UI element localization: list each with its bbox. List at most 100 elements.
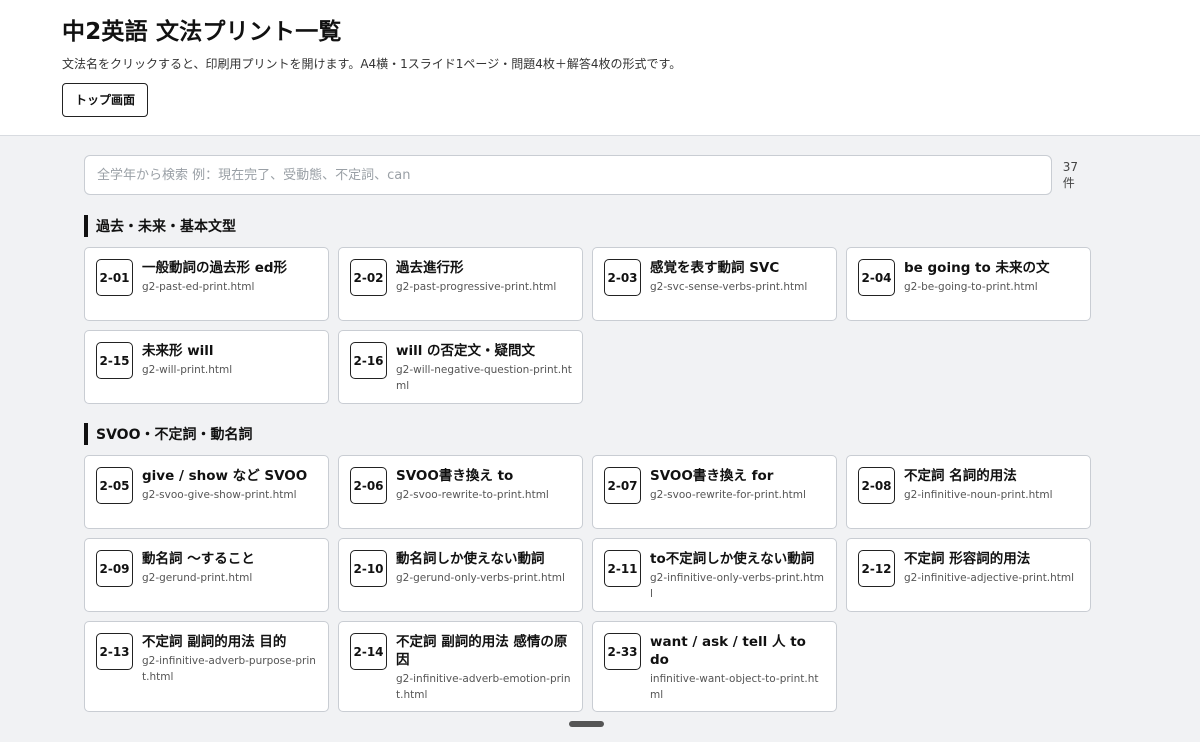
card-text: 不定詞 副詞的用法 目的 g2-infinitive-adverb-purpose… <box>142 632 318 685</box>
card-text: give / show など SVOO g2-svoo-give-show-pri… <box>142 466 318 503</box>
grammar-card[interactable]: 2-33 want / ask / tell 人 to do infinitive-… <box>592 621 837 712</box>
grammar-card[interactable]: 2-13 不定詞 副詞的用法 目的 g2-infinitive-adverb-pur… <box>84 621 329 712</box>
card-text: 過去進行形 g2-past-progressive-print.html <box>396 258 572 295</box>
grammar-card[interactable]: 2-10 動名詞しか使えない動詞 g2-gerund-only-verbs-prin… <box>338 538 583 612</box>
card-code-badge: 2-10 <box>350 550 387 587</box>
card-text: SVOO書き換え for g2-svoo-rewrite-for-print.ht… <box>650 466 826 503</box>
card-title-link[interactable]: 不定詞 副詞的用法 感情の原因 <box>396 633 572 669</box>
card-title-link[interactable]: 不定詞 名詞的用法 <box>904 467 1080 485</box>
card-code-badge: 2-02 <box>350 259 387 296</box>
card-title-link[interactable]: will の否定文・疑問文 <box>396 342 572 360</box>
card-code-badge: 2-12 <box>858 550 895 587</box>
card-grid: 2-01 一般動詞の過去形 ed形 g2-past-ed-print.html 2-0… <box>84 247 1091 404</box>
card-text: 不定詞 名詞的用法 g2-infinitive-noun-print.html <box>904 466 1080 503</box>
section-list: 過去・未来・基本文型 2-01 一般動詞の過去形 ed形 g2-past-ed-pri… <box>84 215 1091 712</box>
card-filename: g2-will-negative-question-print.html <box>396 364 572 392</box>
card-code-badge: 2-09 <box>96 550 133 587</box>
card-filename: g2-svoo-rewrite-for-print.html <box>650 489 806 501</box>
card-text: 未来形 will g2-will-print.html <box>142 341 318 378</box>
card-grid: 2-05 give / show など SVOO g2-svoo-give-show… <box>84 455 1091 712</box>
card-text: 動名詞しか使えない動詞 g2-gerund-only-verbs-print.ht… <box>396 549 572 586</box>
grammar-card[interactable]: 2-11 to不定詞しか使えない動詞 g2-infinitive-only-verb… <box>592 538 837 612</box>
card-code-badge: 2-11 <box>604 550 641 587</box>
card-title-link[interactable]: SVOO書き換え for <box>650 467 826 485</box>
grammar-card[interactable]: 2-12 不定詞 形容詞的用法 g2-infinitive-adjective-pr… <box>846 538 1091 612</box>
grammar-card[interactable]: 2-14 不定詞 副詞的用法 感情の原因 g2-infinitive-adverb-… <box>338 621 583 712</box>
search-row: 37件 <box>84 155 1090 195</box>
card-text: 不定詞 形容詞的用法 g2-infinitive-adjective-print.… <box>904 549 1080 586</box>
card-title-link[interactable]: to不定詞しか使えない動詞 <box>650 550 826 568</box>
card-code-badge: 2-05 <box>96 467 133 504</box>
card-title-link[interactable]: 感覚を表す動詞 SVC <box>650 259 826 277</box>
main-content: 37件 過去・未来・基本文型 2-01 一般動詞の過去形 ed形 g2-past-ed… <box>0 136 1200 712</box>
card-text: 感覚を表す動詞 SVC g2-svc-sense-verbs-print.html <box>650 258 826 295</box>
grammar-card[interactable]: 2-03 感覚を表す動詞 SVC g2-svc-sense-verbs-print.… <box>592 247 837 321</box>
card-code-badge: 2-16 <box>350 342 387 379</box>
card-title-link[interactable]: 不定詞 副詞的用法 目的 <box>142 633 318 651</box>
grammar-card[interactable]: 2-02 過去進行形 g2-past-progressive-print.html <box>338 247 583 321</box>
card-text: 不定詞 副詞的用法 感情の原因 g2-infinitive-adverb-emot… <box>396 632 572 703</box>
card-code-badge: 2-03 <box>604 259 641 296</box>
grammar-card[interactable]: 2-04 be going to 未来の文 g2-be-going-to-print… <box>846 247 1091 321</box>
card-title-link[interactable]: want / ask / tell 人 to do <box>650 633 826 669</box>
card-title-link[interactable]: be going to 未来の文 <box>904 259 1080 277</box>
card-filename: g2-svc-sense-verbs-print.html <box>650 281 808 293</box>
grammar-card[interactable]: 2-06 SVOO書き換え to g2-svoo-rewrite-to-print.… <box>338 455 583 529</box>
page-header: 中2英語 文法プリント一覧 文法名をクリックすると、印刷用プリントを開けます。A… <box>0 0 1200 136</box>
card-filename: g2-gerund-only-verbs-print.html <box>396 572 565 584</box>
search-input[interactable] <box>84 155 1052 195</box>
card-code-badge: 2-04 <box>858 259 895 296</box>
grammar-section: SVOO・不定詞・動名詞 2-05 give / show など SVOO g2-sv… <box>84 423 1091 712</box>
card-filename: g2-be-going-to-print.html <box>904 281 1038 293</box>
card-title-link[interactable]: 過去進行形 <box>396 259 572 277</box>
section-title-label: SVOO・不定詞・動名詞 <box>96 427 253 443</box>
card-title-link[interactable]: 一般動詞の過去形 ed形 <box>142 259 318 277</box>
card-title-link[interactable]: 動名詞 〜すること <box>142 550 318 568</box>
grammar-card[interactable]: 2-01 一般動詞の過去形 ed形 g2-past-ed-print.html <box>84 247 329 321</box>
card-title-link[interactable]: give / show など SVOO <box>142 467 318 485</box>
card-code-badge: 2-08 <box>858 467 895 504</box>
card-filename: g2-svoo-give-show-print.html <box>142 489 297 501</box>
result-count: 37件 <box>1062 159 1079 190</box>
card-code-badge: 2-14 <box>350 633 387 670</box>
card-filename: g2-infinitive-only-verbs-print.html <box>650 572 825 600</box>
grammar-section: 過去・未来・基本文型 2-01 一般動詞の過去形 ed形 g2-past-ed-pri… <box>84 215 1091 404</box>
grammar-card[interactable]: 2-07 SVOO書き換え for g2-svoo-rewrite-for-prin… <box>592 455 837 529</box>
card-text: to不定詞しか使えない動詞 g2-infinitive-only-verbs-pr… <box>650 549 826 602</box>
grammar-card[interactable]: 2-08 不定詞 名詞的用法 g2-infinitive-noun-print.ht… <box>846 455 1091 529</box>
grammar-card[interactable]: 2-09 動名詞 〜すること g2-gerund-print.html <box>84 538 329 612</box>
card-text: 動名詞 〜すること g2-gerund-print.html <box>142 549 318 586</box>
page-subtitle: 文法名をクリックすると、印刷用プリントを開けます。A4横・1スライド1ページ・問… <box>62 57 682 71</box>
card-title-link[interactable]: 動名詞しか使えない動詞 <box>396 550 572 568</box>
grammar-card[interactable]: 2-05 give / show など SVOO g2-svoo-give-show… <box>84 455 329 529</box>
section-title-label: 過去・未来・基本文型 <box>96 219 236 235</box>
card-filename: g2-past-ed-print.html <box>142 281 255 293</box>
card-code-badge: 2-01 <box>96 259 133 296</box>
card-code-badge: 2-06 <box>350 467 387 504</box>
card-text: will の否定文・疑問文 g2-will-negative-question-p… <box>396 341 572 394</box>
card-text: want / ask / tell 人 to do infinitive-want… <box>650 632 826 703</box>
card-code-badge: 2-15 <box>96 342 133 379</box>
card-filename: g2-infinitive-adjective-print.html <box>904 572 1075 584</box>
card-title-link[interactable]: SVOO書き換え to <box>396 467 572 485</box>
card-filename: g2-will-print.html <box>142 364 233 376</box>
top-screen-button[interactable]: トップ画面 <box>62 83 149 117</box>
card-code-badge: 2-33 <box>604 633 641 670</box>
grammar-card[interactable]: 2-15 未来形 will g2-will-print.html <box>84 330 329 404</box>
card-code-badge: 2-13 <box>96 633 133 670</box>
card-text: be going to 未来の文 g2-be-going-to-print.htm… <box>904 258 1080 295</box>
card-text: SVOO書き換え to g2-svoo-rewrite-to-print.html <box>396 466 572 503</box>
card-filename: g2-past-progressive-print.html <box>396 281 557 293</box>
card-filename: g2-infinitive-noun-print.html <box>904 489 1053 501</box>
section-title: SVOO・不定詞・動名詞 <box>84 423 1090 445</box>
grammar-card[interactable]: 2-16 will の否定文・疑問文 g2-will-negative-questi… <box>338 330 583 404</box>
section-title-bar <box>84 423 88 445</box>
section-title-bar <box>84 215 88 237</box>
scrollbar-thumb[interactable] <box>569 721 604 727</box>
section-title: 過去・未来・基本文型 <box>84 215 1090 237</box>
card-title-link[interactable]: 不定詞 形容詞的用法 <box>904 550 1080 568</box>
card-filename: g2-svoo-rewrite-to-print.html <box>396 489 549 501</box>
card-filename: g2-gerund-print.html <box>142 572 253 584</box>
card-title-link[interactable]: 未来形 will <box>142 342 318 360</box>
card-code-badge: 2-07 <box>604 467 641 504</box>
